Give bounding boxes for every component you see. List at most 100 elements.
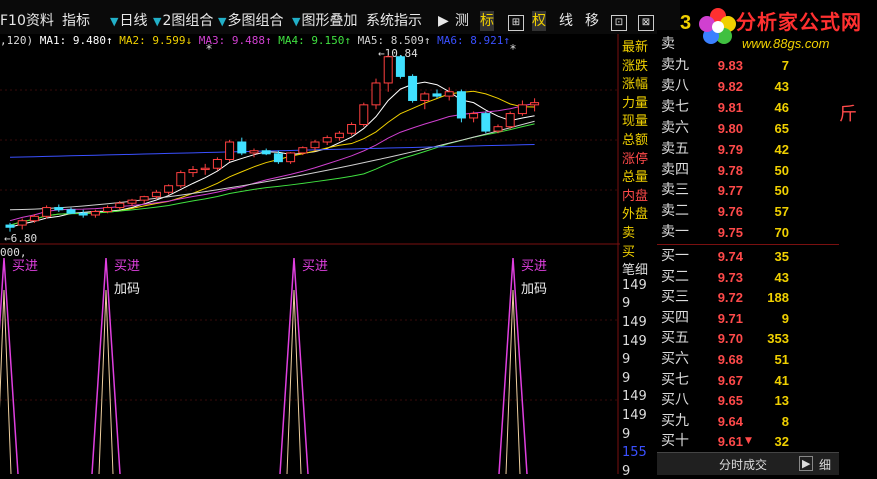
candle-body [139, 196, 149, 201]
bid-row-price: 9.65 [717, 393, 743, 409]
bid-row-price: 9.64 [717, 413, 743, 429]
ask-row-vol: 46 [774, 99, 789, 115]
bid-row-vol: 353 [767, 331, 789, 347]
bid-row[interactable]: 买五 9.70 353 [657, 328, 839, 349]
ask-row-price: 9.81 [717, 99, 743, 115]
bid-row-price: 9.61 [717, 434, 743, 450]
candle-body [273, 153, 283, 163]
down-arrow-icon: ▼ [745, 436, 752, 447]
bid-row[interactable]: 买三 9.72 188 [657, 287, 839, 308]
ask-row[interactable]: 卖六 9.80 65 [657, 118, 839, 139]
side-label: 外盘 [622, 207, 649, 223]
bid-row-label: 买三 [661, 289, 689, 306]
ask-row[interactable]: 卖八 9.82 43 [657, 76, 839, 97]
side-label: 内盘 [622, 188, 649, 204]
bid-row-price: 9.67 [717, 372, 743, 388]
tab-arrow-icon[interactable]: ▶ [799, 456, 814, 471]
ma-line-4 [9, 123, 535, 226]
ask-row[interactable]: 卖一 9.75 70 [657, 222, 839, 243]
candle-body [469, 113, 479, 119]
bid-row[interactable]: 买二 9.73 43 [657, 267, 839, 288]
ask-row-label: 卖三 [661, 182, 689, 199]
ask-row-vol: 65 [774, 120, 789, 136]
candle-body [505, 113, 515, 128]
bid-row[interactable]: 买八 9.65 13 [657, 390, 839, 411]
candle-body [310, 141, 320, 149]
bid-row-label: 买十 [661, 433, 689, 450]
bid-row-vol: 13 [774, 393, 789, 409]
bid-row-vol: 51 [774, 352, 789, 367]
ask-row-label: 卖一 [661, 224, 689, 241]
add-signal-spike [286, 289, 302, 474]
ask-row-price: 9.78 [717, 162, 743, 178]
candle-body [286, 152, 296, 163]
side-label: 最新 [622, 40, 649, 55]
side-char: 斤 [839, 104, 857, 125]
buy-label: 买进 [114, 259, 140, 274]
bid-row-price: 9.71 [717, 310, 743, 326]
side-label: 9 [622, 352, 631, 368]
candle-body [127, 199, 137, 204]
buy-label: 买进 [521, 259, 547, 274]
side-label: 149 [622, 408, 647, 423]
candle-body [383, 56, 393, 84]
candle-body [347, 124, 357, 134]
bid-row-vol: 41 [774, 372, 789, 388]
ask-row[interactable]: 卖二 9.76 57 [657, 201, 839, 222]
tab-detail[interactable]: 细 [819, 456, 831, 473]
kline-chart[interactable]: ←10.84 ←6.80 000, * *买进 买进加码买进 买进加码 [0, 0, 620, 474]
candle-body [5, 224, 15, 228]
ask-row[interactable]: 卖四 9.78 50 [657, 160, 839, 181]
ask-row-vol: 43 [774, 78, 789, 94]
ask-row-price: 9.80 [717, 120, 743, 136]
ask-row-label: 卖五 [661, 140, 689, 157]
candle-body [444, 91, 454, 97]
candle-body [103, 207, 113, 213]
bid-row-price: 9.72 [717, 290, 743, 306]
side-label: 9 [622, 370, 631, 386]
buy-signal-spike [0, 257, 19, 474]
ask-row[interactable]: 卖七 9.81 46 [657, 97, 839, 118]
candle-body [261, 150, 271, 155]
bid-row-label: 买一 [661, 248, 689, 264]
candle-body [237, 141, 247, 154]
order-book-tabbar: 分时成交 ▶ 细 [657, 452, 839, 475]
side-label: 149 [622, 333, 647, 349]
bid-row[interactable]: 买四 9.71 9 [657, 308, 839, 329]
bid-row[interactable]: 买七 9.67 41 [657, 370, 839, 391]
side-label: 买 [622, 244, 636, 260]
stock-digit: 3 [680, 12, 692, 34]
tab-time-trades[interactable]: 分时成交 [719, 456, 767, 473]
bid-row[interactable]: 买六 9.68 51 [657, 349, 839, 370]
candle-body [115, 202, 125, 209]
candle-body [322, 137, 332, 143]
side-label: 总额 [622, 133, 649, 148]
order-book-header: 卖 [661, 36, 675, 52]
ask-row-label: 卖四 [661, 161, 689, 178]
bid-row-label: 买二 [661, 268, 689, 285]
ask-row-price: 9.75 [717, 225, 743, 241]
candle-body [176, 172, 186, 187]
candle-body [334, 132, 344, 139]
ask-row-vol: 57 [774, 204, 789, 220]
bid-row[interactable]: 买十 9.61 32 ▼ [657, 431, 839, 452]
ask-row[interactable]: 卖三 9.77 50 [657, 180, 839, 201]
logo-title: 分析家公式网 [736, 12, 862, 34]
ask-row[interactable]: 卖九 9.83 7 [657, 55, 839, 76]
bid-row[interactable]: 买九 9.64 8 [657, 411, 839, 432]
side-label: 149 [622, 277, 647, 293]
side-label: 现量 [622, 114, 649, 130]
bid-row-price: 9.73 [717, 269, 743, 285]
ask-row-label: 卖八 [661, 77, 689, 94]
ask-row[interactable]: 卖五 9.79 42 [657, 139, 839, 160]
candle-body [151, 191, 161, 198]
candle-body [29, 215, 39, 222]
indicator-header: 000, [0, 246, 27, 259]
candle-body [530, 102, 540, 106]
close-icon[interactable]: ⊠ [638, 11, 654, 31]
bid-row[interactable]: 买一 9.74 35 [657, 246, 839, 267]
add-signal-spike [0, 289, 12, 474]
bid-row-vol: 9 [781, 310, 789, 326]
ask-row-label: 卖九 [661, 57, 689, 73]
ask-row-vol: 70 [774, 225, 789, 241]
